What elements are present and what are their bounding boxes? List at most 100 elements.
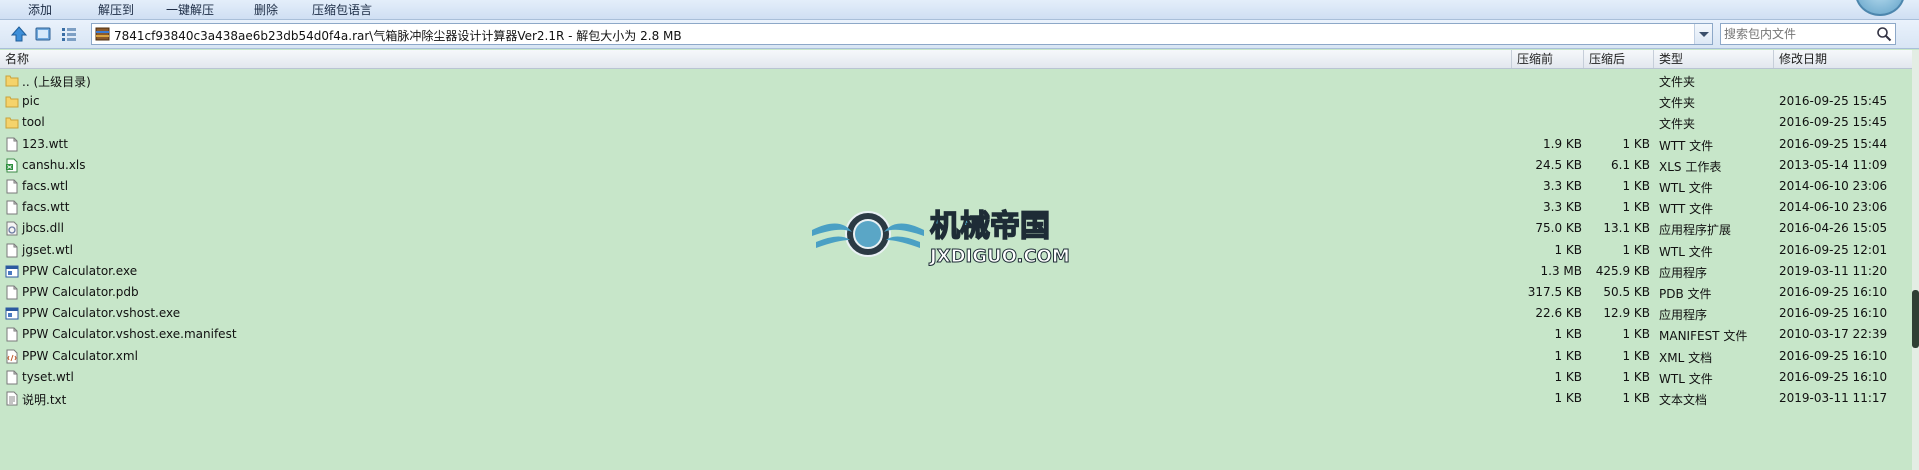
thumbnail-view-icon[interactable]	[34, 25, 52, 43]
file-name: PPW Calculator.vshost.exe.manifest	[22, 327, 237, 342]
folder-icon	[5, 75, 19, 87]
archive-path-field[interactable]: 7841cf93840c3a438ae6b23db54d0f4a.rar\气箱脉…	[91, 23, 1713, 45]
file-type: WTL 文件	[1659, 244, 1713, 259]
file-row[interactable]: tool 文件夹 2016-09-25 15:45	[0, 112, 1912, 133]
watermark-logo: 机械帝国 JXDIGUO.COM	[812, 208, 1070, 266]
file-size: 3.3 KB	[1543, 179, 1582, 193]
file-modified: 2019-03-11 11:17	[1779, 391, 1888, 405]
path-dropdown-chevron-icon[interactable]	[1694, 24, 1712, 44]
file-row[interactable]: 说明.txt 1 KB 1 KB 文本文档 2019-03-11 11:17	[0, 388, 1912, 409]
file-modified: 2019-03-11 11:20	[1779, 263, 1888, 278]
address-bar: 7841cf93840c3a438ae6b23db54d0f4a.rar\气箱脉…	[0, 20, 1919, 49]
document-icon	[6, 370, 18, 385]
app-logo-icon[interactable]	[1855, 0, 1905, 16]
watermark-title: 机械帝国	[930, 209, 1050, 244]
list-view-icon[interactable]	[60, 25, 78, 43]
search-box[interactable]	[1720, 23, 1896, 45]
file-name: PPW Calculator.vshost.exe	[22, 306, 181, 321]
file-size: 22.6 KB	[1535, 306, 1582, 321]
document-icon	[6, 200, 18, 215]
file-row[interactable]: tyset.wtl 1 KB 1 KB WTL 文件 2016-09-25 16:10	[0, 367, 1912, 388]
file-name: pic	[22, 94, 40, 109]
file-packed-size: 1 KB	[1622, 327, 1650, 342]
document-icon	[6, 285, 18, 300]
column-header-packed[interactable]: 压缩后	[1584, 50, 1654, 68]
file-type: XLS 工作表	[1659, 159, 1722, 174]
file-type: WTT 文件	[1659, 138, 1714, 153]
file-name: tool	[22, 115, 45, 130]
file-packed-size: 1 KB	[1622, 242, 1650, 257]
application-icon	[5, 307, 19, 320]
folder-icon	[5, 117, 19, 129]
file-size: 317.5 KB	[1527, 285, 1582, 299]
file-modified: 2016-09-25 15:45	[1779, 115, 1888, 130]
document-icon	[6, 179, 18, 194]
search-input[interactable]	[1724, 26, 1874, 42]
file-size: 1.3 MB	[1540, 263, 1582, 278]
file-row[interactable]: facs.wtl 3.3 KB 1 KB WTL 文件 2014-06-10 23:06	[0, 176, 1912, 197]
file-row[interactable]: PPW Calculator.vshost.exe.manifest 1 KB 1 …	[0, 324, 1912, 345]
file-type: 文件夹	[1659, 117, 1696, 132]
document-icon	[6, 327, 18, 342]
column-header-modified[interactable]: 修改日期	[1774, 50, 1912, 68]
file-type: XML 文档	[1659, 350, 1713, 365]
archive-path-text: 7841cf93840c3a438ae6b23db54d0f4a.rar\气箱脉…	[114, 29, 682, 43]
file-modified: 2016-09-25 16:10	[1779, 348, 1888, 363]
file-type: 文本文档	[1659, 393, 1708, 407]
delete-button[interactable]: 删除	[254, 1, 278, 18]
file-row[interactable]: 123.wtt 1.9 KB 1 KB WTT 文件 2016-09-25 15:44	[0, 134, 1912, 155]
file-type: 文件夹	[1659, 96, 1696, 111]
column-header-name[interactable]: 名称	[0, 50, 1512, 68]
file-type: MANIFEST 文件	[1659, 329, 1748, 344]
file-row[interactable]: PPW Calculator.pdb 317.5 KB 50.5 KB PDB 文件 2…	[0, 282, 1912, 303]
file-modified: 2016-09-25 12:01	[1779, 242, 1888, 257]
vertical-scrollbar[interactable]	[1912, 50, 1919, 470]
file-type: 应用程序	[1659, 308, 1708, 323]
column-header: 名称 压缩前 压缩后 类型 修改日期	[0, 50, 1912, 69]
column-header-type[interactable]: 类型	[1654, 50, 1774, 68]
file-size: 3.3 KB	[1543, 200, 1582, 215]
file-packed-size: 1 KB	[1622, 369, 1650, 384]
file-type: PDB 文件	[1659, 287, 1712, 301]
toolbar: 添加 解压到 一键解压 删除 压缩包语言	[0, 0, 1919, 20]
watermark-url: JXDIGUO.COM	[928, 246, 1070, 266]
file-packed-size: 1 KB	[1622, 136, 1650, 151]
file-list: .. (上级目录) 文件夹 pic 文件夹 2016-09-25 15:45 tool 文件…	[0, 70, 1912, 470]
archive-language-button[interactable]: 压缩包语言	[312, 1, 372, 18]
file-row[interactable]: pic 文件夹 2016-09-25 15:45	[0, 91, 1912, 112]
one-click-extract-button[interactable]: 一键解压	[166, 1, 214, 18]
file-name: 说明.txt	[22, 393, 67, 407]
folder-icon	[5, 96, 19, 108]
column-header-size[interactable]: 压缩前	[1512, 50, 1584, 68]
application-icon	[5, 265, 19, 278]
file-name: jbcs.dll	[22, 221, 64, 236]
file-size: 1.9 KB	[1543, 136, 1582, 151]
dll-icon	[6, 221, 18, 236]
file-type: WTT 文件	[1659, 202, 1714, 217]
file-row[interactable]: .. (上级目录) 文件夹	[0, 70, 1912, 91]
search-icon[interactable]	[1876, 26, 1892, 42]
file-modified: 2010-03-17 22:39	[1779, 327, 1888, 342]
extract-to-button[interactable]: 解压到	[98, 1, 134, 18]
up-arrow-icon[interactable]	[10, 25, 28, 43]
file-row[interactable]: PPW Calculator.xml 1 KB 1 KB XML 文档 2016-09-…	[0, 346, 1912, 367]
file-size: 24.5 KB	[1535, 157, 1582, 172]
file-row[interactable]: canshu.xls 24.5 KB 6.1 KB XLS 工作表 2013-05-14…	[0, 155, 1912, 176]
file-name: PPW Calculator.xml	[22, 348, 138, 363]
file-packed-size: 6.1 KB	[1611, 157, 1650, 172]
file-name: PPW Calculator.pdb	[22, 285, 139, 299]
file-row[interactable]: PPW Calculator.vshost.exe 22.6 KB 12.9 KB 应…	[0, 303, 1912, 324]
document-icon	[6, 137, 18, 152]
file-name: canshu.xls	[22, 157, 86, 172]
file-size: 1 KB	[1554, 369, 1582, 384]
scrollbar-thumb[interactable]	[1912, 290, 1919, 348]
file-packed-size: 13.1 KB	[1603, 221, 1650, 236]
file-size: 1 KB	[1554, 348, 1582, 363]
file-name: .. (上级目录)	[22, 75, 91, 89]
rar-archive-icon	[95, 27, 110, 41]
file-modified: 2013-05-14 11:09	[1779, 157, 1888, 172]
file-type: 文件夹	[1659, 75, 1696, 89]
file-modified: 2014-06-10 23:06	[1779, 179, 1888, 193]
add-button[interactable]: 添加	[28, 1, 52, 18]
file-type: 应用程序	[1659, 265, 1708, 280]
